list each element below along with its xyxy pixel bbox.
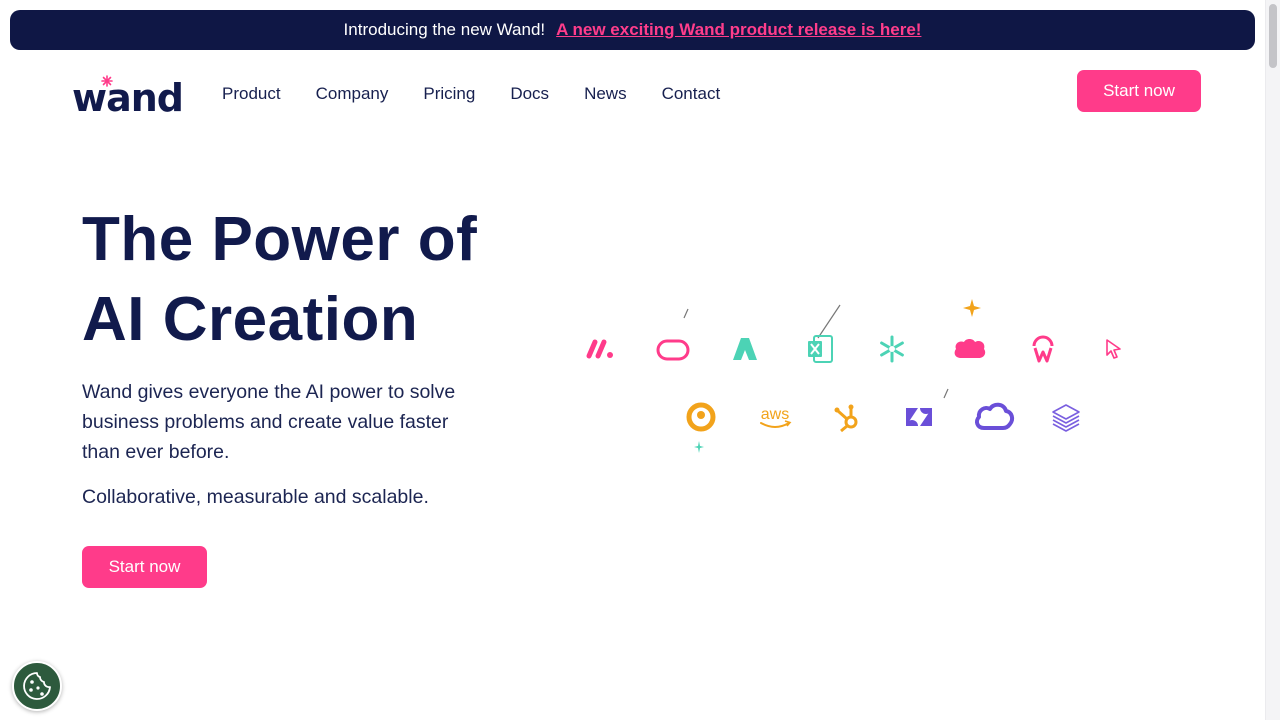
hero-title-line1: The Power of (82, 205, 478, 274)
hero-tagline: Collaborative, measurable and scalable. (82, 486, 429, 508)
excel-icon (808, 335, 833, 363)
looker-icon (686, 402, 716, 432)
cursor-icon (1106, 339, 1121, 359)
hero-title-line2: AI Creation (82, 285, 419, 354)
hubspot-icon (834, 404, 858, 433)
announcement-bar: Introducing the new Wand! A new exciting… (10, 10, 1255, 50)
google-cloud-icon (974, 402, 1015, 430)
start-now-nav-button[interactable]: Start now (1077, 70, 1201, 112)
start-now-hero-button[interactable]: Start now (82, 546, 207, 588)
workato-icon (1032, 335, 1054, 363)
monday-icon (586, 339, 613, 359)
cookie-settings-button[interactable] (12, 661, 62, 711)
snowflake-icon (880, 335, 904, 363)
hero-description: Wand gives everyone the AI power to solv… (82, 381, 456, 463)
cookie-icon (23, 672, 51, 700)
nav-company[interactable]: Company (316, 84, 389, 104)
aws-label: aws (761, 406, 789, 423)
announcement-link[interactable]: A new exciting Wand product release is h… (556, 20, 921, 40)
integrations-cluster: aws (570, 290, 1150, 470)
nav-links: Product Company Pricing Docs News Contac… (222, 84, 720, 104)
azure-icon (733, 338, 757, 360)
nav-docs[interactable]: Docs (510, 84, 549, 104)
logo-wordmark: wand (72, 76, 183, 117)
sparkle-decor-icon (694, 441, 704, 453)
sparkle-icon (101, 75, 113, 87)
nav-pricing[interactable]: Pricing (423, 84, 475, 104)
nav-contact[interactable]: Contact (662, 84, 721, 104)
announcement-text: Introducing the new Wand! (343, 20, 546, 39)
wand-logo[interactable]: wand (72, 73, 194, 117)
stack-icon (1052, 404, 1080, 432)
salesforce-icon (954, 339, 986, 358)
decor-stroke-icon (683, 308, 689, 319)
star-decor-icon (963, 299, 981, 317)
oracle-icon (656, 339, 690, 361)
scrollbar-thumb[interactable] (1269, 4, 1277, 68)
decor-stroke-icon (943, 388, 949, 399)
scrollbar[interactable] (1265, 0, 1280, 720)
nav-news[interactable]: News (584, 84, 627, 104)
navbar: wand Product Company Pricing Docs News C… (0, 60, 1265, 130)
hero-title: The Power of AI Creation (82, 200, 542, 360)
nav-product[interactable]: Product (222, 84, 281, 104)
aws-icon: aws (760, 406, 792, 428)
zendesk-icon (906, 408, 932, 426)
